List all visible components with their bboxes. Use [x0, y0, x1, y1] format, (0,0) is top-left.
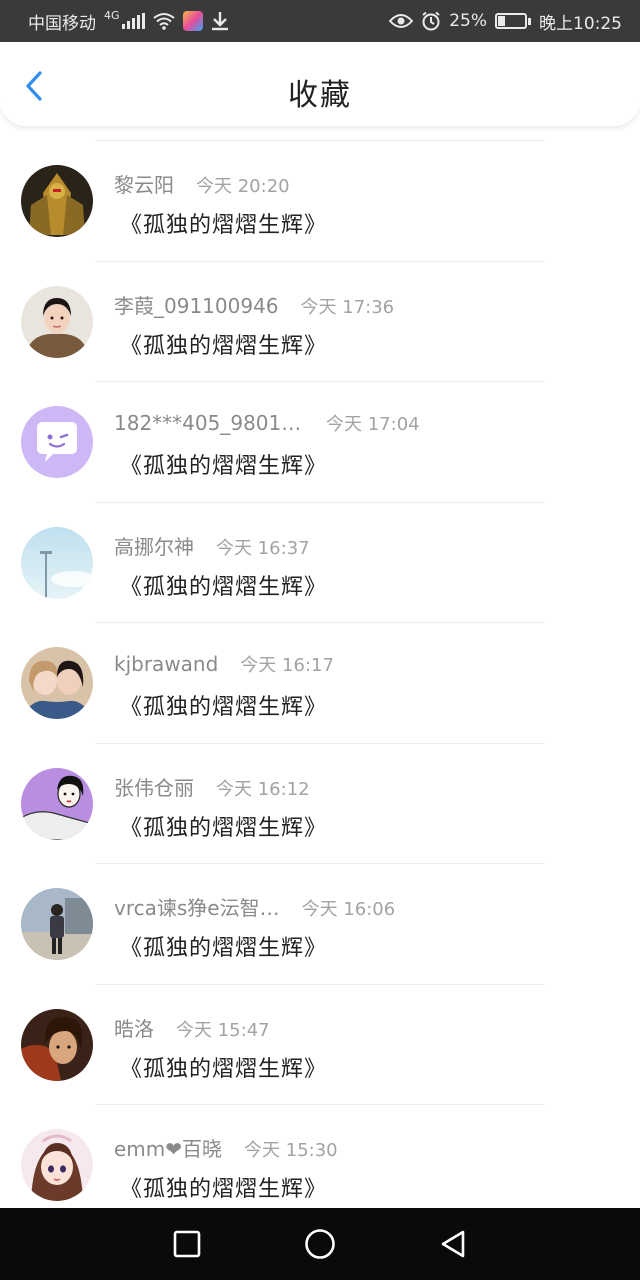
timestamp: 今天 15:47: [176, 1019, 270, 1041]
battery-icon: [495, 13, 531, 29]
timestamp: 今天 16:37: [216, 537, 310, 559]
favorite-title[interactable]: 《孤独的熠熠生辉》: [120, 207, 327, 239]
item-meta: 张伟仓丽 今天 16:12: [114, 772, 310, 801]
timestamp: 今天 15:30: [244, 1140, 338, 1161]
favorite-title[interactable]: 《孤独的熠熠生辉》: [120, 1051, 327, 1083]
item-meta: 晧洛 今天 15:47: [114, 1013, 270, 1042]
avatar[interactable]: [21, 526, 93, 599]
header: 收藏: [0, 42, 640, 126]
navigation-bar: [0, 1208, 640, 1280]
favorite-title[interactable]: 《孤独的熠熠生辉》: [120, 569, 327, 601]
avatar[interactable]: [21, 285, 93, 358]
page-title: 收藏: [288, 78, 352, 113]
item-meta: 黎云阳 今天 20:20: [114, 169, 290, 198]
username[interactable]: vrca谏s狰e沄智…: [114, 892, 280, 921]
timestamp: 今天 17:36: [300, 296, 395, 318]
item-meta: emm❤百晓 今天 15:30: [114, 1133, 338, 1162]
username[interactable]: emm❤百晓: [114, 1133, 222, 1162]
square-icon: [173, 1230, 200, 1258]
list-item[interactable]: 182***405_980106… 今天 17:04 《孤独的熠熠生辉》: [0, 382, 640, 503]
battery-percent: 25%: [449, 11, 487, 31]
item-meta: 高挪尔神 今天 16:37: [114, 531, 310, 560]
status-left: 中国移动 4G: [28, 9, 229, 34]
avatar[interactable]: [21, 1129, 93, 1201]
alarm-icon: [422, 11, 440, 31]
wifi-icon: [152, 13, 175, 30]
item-meta: kjbrawand 今天 16:17: [114, 651, 334, 677]
list-item[interactable]: kjbrawand 今天 16:17 《孤独的熠熠生辉》: [0, 623, 640, 744]
carrier-label: 中国移动: [28, 13, 96, 34]
username[interactable]: 182***405_980106…: [114, 411, 304, 435]
timestamp: 今天 16:17: [240, 655, 334, 676]
avatar[interactable]: [21, 406, 93, 478]
status-bar: 中国移动 4G 25% 晚上10:25: [0, 0, 640, 42]
favorite-title[interactable]: 《孤独的熠熠生辉》: [120, 328, 327, 360]
list-item[interactable]: 高挪尔神 今天 16:37 《孤独的熠熠生辉》: [0, 503, 640, 623]
avatar[interactable]: [21, 1008, 93, 1081]
timestamp: 今天 16:12: [216, 778, 310, 800]
username[interactable]: 张伟仓丽: [114, 772, 194, 801]
favorite-title[interactable]: 《孤独的熠熠生辉》: [120, 689, 327, 721]
list-item[interactable]: 黎云阳 今天 20:20 《孤独的熠熠生辉》: [0, 141, 640, 262]
app-notification-icon: [182, 11, 203, 31]
timestamp: 今天 16:06: [301, 899, 396, 920]
download-icon: [211, 12, 228, 31]
triangle-back-icon: [442, 1230, 465, 1258]
item-meta: 李葭_091100946 今天 17:36: [114, 290, 394, 319]
eye-icon: [389, 14, 414, 28]
favorite-title[interactable]: 《孤独的熠熠生辉》: [120, 810, 327, 842]
item-meta: vrca谏s狰e沄智… 今天 16:06: [114, 892, 395, 921]
username[interactable]: kjbrawand: [114, 652, 218, 676]
avatar[interactable]: [21, 767, 93, 840]
favorites-list: 黎云阳 今天 20:20 《孤独的熠熠生辉》 李葭_091100946 今天 1…: [0, 140, 640, 1226]
home-button[interactable]: [298, 1222, 342, 1266]
timestamp: 今天 17:04: [326, 414, 420, 435]
avatar[interactable]: [21, 647, 93, 719]
clock: 晚上10:25: [539, 13, 622, 34]
username[interactable]: 晧洛: [114, 1013, 154, 1042]
avatar[interactable]: [21, 165, 93, 237]
favorite-title[interactable]: 《孤独的熠熠生辉》: [120, 930, 327, 962]
signal-icon: [121, 13, 145, 29]
username[interactable]: 高挪尔神: [114, 531, 194, 560]
network-type: 4G: [104, 8, 120, 22]
avatar[interactable]: [21, 888, 93, 960]
favorite-title[interactable]: 《孤独的熠熠生辉》: [120, 448, 327, 480]
list-item[interactable]: 晧洛 今天 15:47 《孤独的熠熠生辉》: [0, 985, 640, 1105]
list-item[interactable]: vrca谏s狰e沄智… 今天 16:06 《孤独的熠熠生辉》: [0, 864, 640, 985]
item-meta: 182***405_980106… 今天 17:04: [114, 410, 420, 436]
timestamp: 今天 20:20: [196, 176, 290, 197]
favorite-title[interactable]: 《孤独的熠熠生辉》: [120, 1171, 327, 1203]
circle-icon: [305, 1229, 335, 1259]
list-item[interactable]: 张伟仓丽 今天 16:12 《孤独的熠熠生辉》: [0, 744, 640, 864]
recents-button[interactable]: [165, 1222, 209, 1266]
back-nav-button[interactable]: [431, 1222, 475, 1266]
status-right: 25% 晚上10:25: [389, 9, 622, 34]
username[interactable]: 黎云阳: [114, 169, 174, 198]
username[interactable]: 李葭_091100946: [114, 290, 279, 319]
list-item[interactable]: 李葭_091100946 今天 17:36 《孤独的熠熠生辉》: [0, 262, 640, 382]
